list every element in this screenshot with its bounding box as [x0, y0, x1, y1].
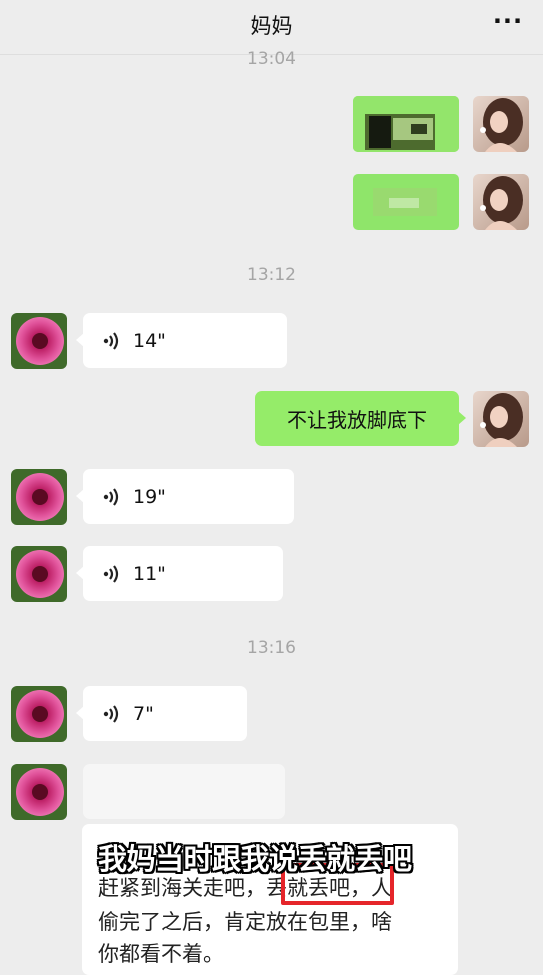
- image-message[interactable]: [353, 96, 459, 152]
- peony-avatar-image: [11, 313, 67, 369]
- timestamp: 13:12: [247, 265, 296, 285]
- mom-avatar[interactable]: [11, 469, 67, 525]
- voice-duration: 7": [133, 702, 154, 725]
- mom-avatar[interactable]: [11, 686, 67, 742]
- my-avatar[interactable]: [473, 96, 529, 152]
- overlay-caption: 我妈当时跟我说丢就丢吧: [98, 842, 412, 876]
- voice-icon: [103, 331, 119, 350]
- voice-message[interactable]: 19": [76, 469, 294, 524]
- voice-duration: 11": [133, 562, 166, 585]
- my-avatar[interactable]: [473, 391, 529, 447]
- my-avatar[interactable]: [473, 174, 529, 230]
- mom-avatar[interactable]: [11, 313, 67, 369]
- voice-duration: 19": [133, 485, 166, 508]
- timestamp: 13:16: [247, 638, 296, 658]
- image-thumbnail: [353, 96, 459, 152]
- avatar-image: [473, 391, 529, 447]
- voice-icon: [103, 704, 119, 723]
- voice-icon: [103, 564, 119, 583]
- peony-avatar-image: [11, 686, 67, 742]
- avatar-image: [473, 174, 529, 230]
- blurred-voice-message[interactable]: [83, 764, 285, 819]
- voice-message[interactable]: 7": [76, 686, 247, 741]
- caption-line: 你都看不着。: [98, 942, 224, 966]
- text-message[interactable]: 不让我放脚底下: [255, 391, 466, 446]
- chat-title: 妈妈: [250, 14, 293, 38]
- voice-icon: [103, 487, 119, 506]
- mom-avatar[interactable]: [11, 764, 67, 820]
- timestamp: 13:04: [247, 50, 296, 66]
- image-message[interactable]: [353, 174, 459, 230]
- voice-message[interactable]: 14": [76, 313, 287, 368]
- more-icon[interactable]: ···: [491, 9, 525, 40]
- voice-message[interactable]: 11": [76, 546, 283, 601]
- caption-line: 偷完了之后，肯定放在包里，啥: [98, 910, 392, 934]
- mom-avatar[interactable]: [11, 546, 67, 602]
- message-text: 不让我放脚底下: [287, 408, 427, 432]
- image-thumbnail: [353, 174, 459, 230]
- voice-duration: 14": [133, 329, 166, 352]
- peony-avatar-image: [11, 469, 67, 525]
- peony-avatar-image: [11, 764, 67, 820]
- avatar-image: [473, 96, 529, 152]
- peony-avatar-image: [11, 546, 67, 602]
- chat-header: 妈妈 ···: [0, 0, 543, 55]
